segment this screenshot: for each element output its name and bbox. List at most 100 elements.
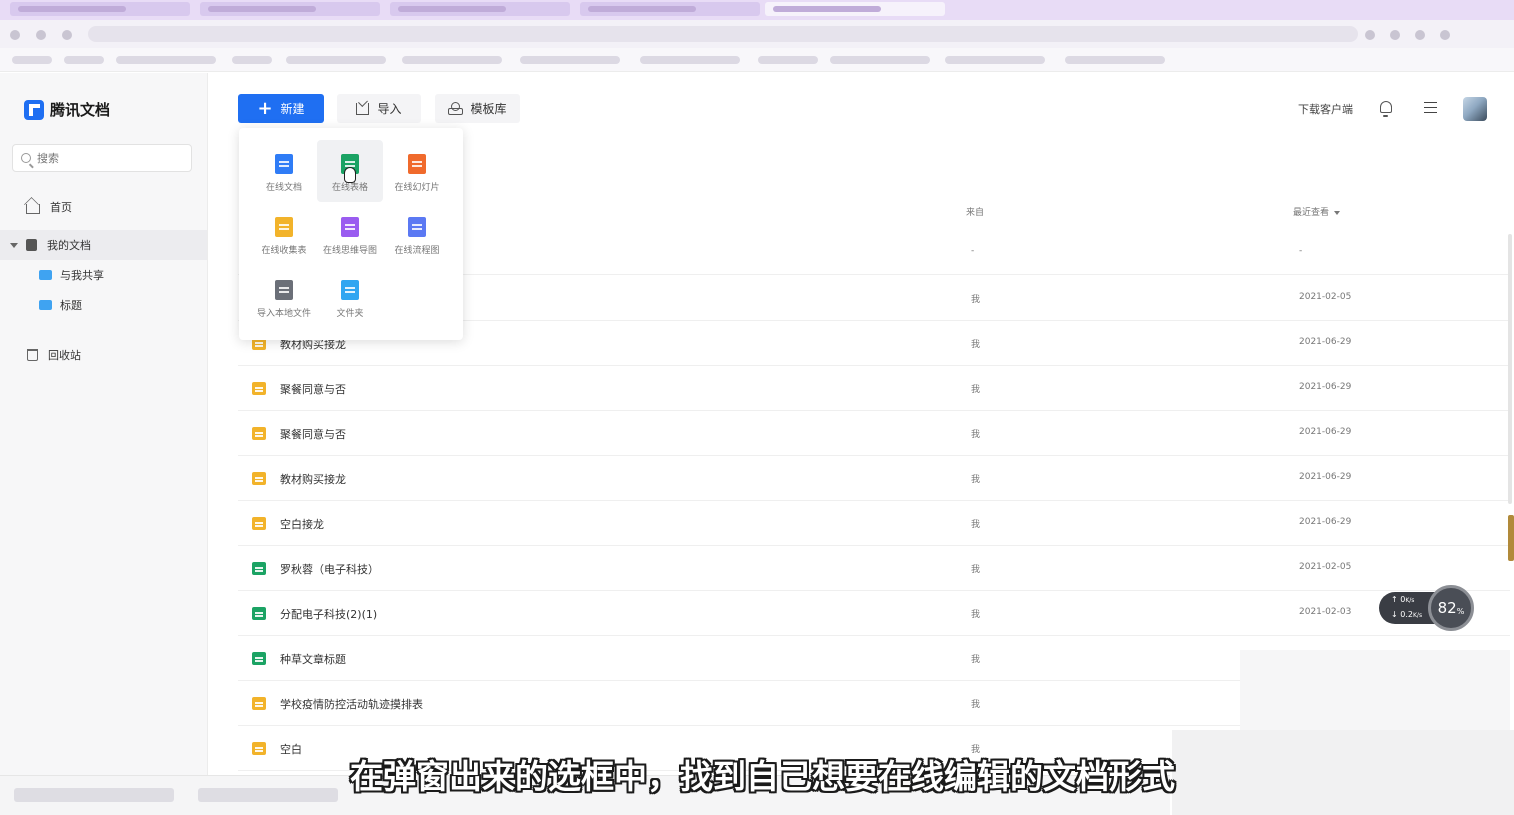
browser-tab[interactable]: [390, 2, 570, 16]
sidebar-item-label: 我的文档: [47, 239, 91, 252]
file-recent-date: 2021-06-29: [1299, 427, 1352, 437]
avatar[interactable]: [1463, 97, 1487, 121]
extension-icon[interactable]: [1415, 30, 1425, 40]
new-folder[interactable]: 文件夹: [317, 266, 383, 328]
trash-icon: [27, 349, 38, 361]
table-row[interactable]: 分配电子科技(2)(1) 我 2021-02-03: [238, 591, 1510, 636]
sidebar-item-title-folder[interactable]: 标题: [0, 290, 207, 320]
table-row[interactable]: 聚餐同意与否 我 2021-06-29: [238, 411, 1510, 456]
url-field[interactable]: [88, 26, 1358, 42]
bookmark[interactable]: [402, 56, 502, 64]
extension-icon[interactable]: [1440, 30, 1450, 40]
file-source: 我: [971, 565, 981, 575]
flowchart-icon: [408, 217, 426, 237]
browser-address-bar: [0, 20, 1514, 48]
app-name: 腾讯文档: [50, 101, 111, 119]
table-row[interactable]: 教材购买接龙 我 2021-06-29: [238, 456, 1510, 501]
bookmark[interactable]: [758, 56, 818, 64]
side-tab[interactable]: [1508, 515, 1514, 561]
column-header-source[interactable]: 来自: [966, 205, 984, 218]
import-local-file[interactable]: 导入本地文件: [251, 266, 317, 328]
bookmark[interactable]: [286, 56, 386, 64]
bookmark[interactable]: [830, 56, 930, 64]
browser-tab[interactable]: [580, 2, 760, 16]
new-online-slides[interactable]: 在线幻灯片: [384, 140, 450, 202]
document-icon: [26, 239, 37, 251]
bookmark[interactable]: [12, 56, 52, 64]
table-row[interactable]: 空白接龙 我 2021-06-29: [238, 501, 1510, 546]
import-button[interactable]: 导入: [337, 94, 421, 123]
file-source: 我: [971, 340, 981, 350]
new-button[interactable]: + 新建: [238, 94, 324, 123]
new-online-mindmap[interactable]: 在线思维导图: [317, 203, 383, 265]
search-box[interactable]: [12, 144, 192, 172]
file-source: 我: [971, 475, 981, 485]
form-icon: [252, 697, 266, 710]
memory-usage-circle[interactable]: 82%: [1428, 585, 1474, 631]
file-source: 我: [971, 430, 981, 440]
new-online-doc[interactable]: 在线文档: [251, 140, 317, 202]
table-row[interactable]: 聚餐同意与否 我 2021-06-29: [238, 366, 1510, 411]
file-source: 我: [971, 700, 981, 710]
shared-folder-icon: [39, 270, 52, 280]
new-dropdown-menu: 在线文档 在线表格 在线幻灯片 在线收集表 在线思维导图 在线流程图 导入本地文…: [239, 128, 463, 340]
sidebar-item-label: 回收站: [48, 349, 81, 362]
file-source: 我: [971, 520, 981, 530]
bookmark[interactable]: [640, 56, 740, 64]
file-name: 学校疫情防控活动轨迹摸排表: [280, 698, 423, 711]
file-recent-date: 2021-06-29: [1299, 472, 1352, 482]
file-recent-date: 2021-06-29: [1299, 337, 1352, 347]
scrollbar-thumb[interactable]: [1508, 234, 1512, 504]
caret-down-icon[interactable]: [10, 242, 18, 248]
bookmark[interactable]: [520, 56, 620, 64]
new-online-form[interactable]: 在线收集表: [251, 203, 317, 265]
forward-icon[interactable]: [36, 30, 46, 40]
file-source: 我: [971, 385, 981, 395]
sidebar-item-shared-with-me[interactable]: 与我共享: [0, 260, 207, 290]
sidebar-item-trash[interactable]: 回收站: [0, 340, 207, 370]
extension-icon[interactable]: [1365, 30, 1375, 40]
form-icon: [275, 217, 293, 237]
reload-icon[interactable]: [62, 30, 72, 40]
search-input[interactable]: [37, 151, 177, 165]
file-source: 我: [971, 610, 981, 620]
file-name: 聚餐同意与否: [280, 428, 346, 441]
sidebar-item-label: 首页: [50, 201, 72, 214]
back-icon[interactable]: [10, 30, 20, 40]
bookmark[interactable]: [64, 56, 104, 64]
extension-icon[interactable]: [1390, 30, 1400, 40]
template-library-button[interactable]: 模板库: [435, 94, 520, 123]
template-button-label: 模板库: [470, 102, 507, 116]
form-icon: [252, 472, 266, 485]
browser-tab[interactable]: [10, 2, 190, 16]
download-client-link[interactable]: 下载客户端: [1298, 101, 1353, 117]
bookmark[interactable]: [1065, 56, 1165, 64]
file-source: -: [971, 246, 975, 256]
file-source: 我: [971, 295, 981, 305]
bookmark[interactable]: [232, 56, 272, 64]
bookmark[interactable]: [116, 56, 216, 64]
bookmark[interactable]: [945, 56, 1045, 64]
bell-icon[interactable]: [1380, 101, 1392, 117]
upload-icon: [275, 280, 293, 300]
bookmarks-bar: [0, 48, 1514, 72]
browser-tab-active[interactable]: [765, 2, 945, 16]
file-recent-date: 2021-02-05: [1299, 562, 1352, 572]
download-item[interactable]: [198, 788, 338, 802]
menu-icon[interactable]: [1424, 102, 1437, 113]
file-recent-date: 2021-06-29: [1299, 382, 1352, 392]
download-speed: ↓ 0.2K/s: [1391, 610, 1423, 619]
new-online-flowchart[interactable]: 在线流程图: [384, 203, 450, 265]
sidebar-item-home[interactable]: 首页: [0, 192, 207, 222]
import-icon: [356, 102, 370, 115]
folder-icon: [341, 280, 359, 300]
file-name: 空白: [280, 743, 302, 756]
sidebar-item-my-docs[interactable]: 我的文档: [0, 230, 207, 260]
app-logo[interactable]: 腾讯文档: [24, 99, 110, 120]
table-row[interactable]: 罗秋蓉（电子科技） 我 2021-02-05: [238, 546, 1510, 591]
download-item[interactable]: [14, 788, 174, 802]
browser-tab[interactable]: [200, 2, 380, 16]
column-header-recent[interactable]: 最近查看: [1293, 205, 1341, 218]
sidebar-item-label: 标题: [60, 299, 82, 312]
file-name: 种草文章标题: [280, 653, 346, 666]
